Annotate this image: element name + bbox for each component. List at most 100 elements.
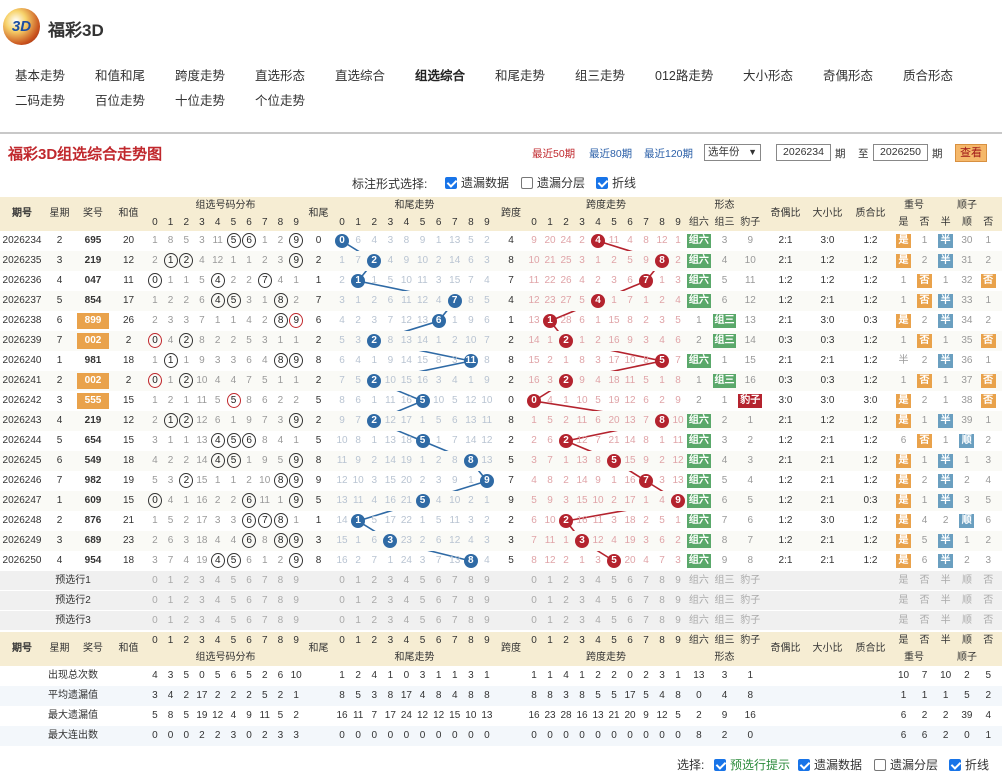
preselect-digit[interactable]: 8 bbox=[273, 591, 289, 611]
preselect-digit[interactable]: 4 bbox=[398, 591, 414, 611]
year-select[interactable]: 选年份 ▼ bbox=[704, 144, 761, 161]
preselect-digit[interactable]: 8 bbox=[463, 611, 479, 631]
preselect-form[interactable]: 组三 bbox=[712, 571, 738, 591]
nav-link[interactable]: 百位走势 bbox=[95, 90, 145, 109]
preselect-digit[interactable]: 1 bbox=[163, 591, 179, 611]
preselect-digit[interactable]: 3 bbox=[194, 611, 210, 631]
preselect-digit[interactable]: 8 bbox=[273, 571, 289, 591]
nav-link[interactable]: 二码走势 bbox=[15, 90, 65, 109]
preselect-seq[interactable]: 半 bbox=[935, 571, 956, 591]
preselect-digit[interactable]: 4 bbox=[210, 571, 226, 591]
preselect-digit[interactable]: 8 bbox=[654, 611, 670, 631]
preselect-digit[interactable]: 2 bbox=[178, 571, 194, 591]
preselect-digit[interactable]: 2 bbox=[558, 571, 574, 591]
mode-layer-checkbox[interactable]: 遗漏分层 bbox=[521, 174, 585, 191]
preselect-digit[interactable]: 3 bbox=[574, 571, 590, 591]
preselect-form[interactable]: 组六 bbox=[686, 591, 712, 611]
preselect-seq[interactable]: 顺 bbox=[956, 611, 977, 631]
preselect-digit[interactable]: 0 bbox=[147, 611, 163, 631]
preselect-digit[interactable]: 6 bbox=[241, 591, 257, 611]
preselect-digit[interactable]: 6 bbox=[622, 571, 638, 591]
preselect-digit[interactable]: 3 bbox=[194, 571, 210, 591]
bottom-line-checkbox[interactable]: 折线 bbox=[949, 756, 989, 773]
preselect-form[interactable]: 豹子 bbox=[737, 611, 763, 631]
nav-link[interactable]: 直选综合 bbox=[335, 65, 385, 84]
preselect-digit[interactable]: 5 bbox=[226, 571, 242, 591]
preselect-seq[interactable]: 顺 bbox=[956, 591, 977, 611]
preselect-digit[interactable]: 7 bbox=[638, 611, 654, 631]
preselect-digit[interactable]: 7 bbox=[257, 571, 273, 591]
preselect-digit[interactable]: 8 bbox=[273, 611, 289, 631]
preselect-digit[interactable]: 5 bbox=[415, 591, 431, 611]
preselect-digit[interactable]: 1 bbox=[350, 611, 366, 631]
preselect-digit[interactable]: 1 bbox=[163, 611, 179, 631]
preselect-digit[interactable]: 0 bbox=[147, 591, 163, 611]
preselect-digit[interactable]: 7 bbox=[447, 571, 463, 591]
preselect-digit[interactable]: 1 bbox=[542, 591, 558, 611]
preselect-digit[interactable]: 2 bbox=[178, 591, 194, 611]
preselect-seq[interactable]: 半 bbox=[935, 611, 956, 631]
fc3d-logo[interactable]: 3D bbox=[3, 8, 40, 45]
nav-link[interactable]: 十位走势 bbox=[175, 90, 225, 109]
preselect-digit[interactable]: 9 bbox=[670, 591, 686, 611]
nav-link[interactable]: 基本走势 bbox=[15, 65, 65, 84]
range-120-link[interactable]: 最近120期 bbox=[644, 146, 693, 161]
preselect-digit[interactable]: 3 bbox=[574, 611, 590, 631]
preselect-digit[interactable]: 8 bbox=[654, 571, 670, 591]
preselect-digit[interactable]: 2 bbox=[366, 591, 382, 611]
bottom-layer-checkbox[interactable]: 遗漏分层 bbox=[874, 756, 938, 773]
preselect-digit[interactable]: 9 bbox=[479, 571, 495, 591]
preselect-digit[interactable]: 2 bbox=[558, 591, 574, 611]
preselect-digit[interactable]: 8 bbox=[654, 591, 670, 611]
preselect-digit[interactable]: 4 bbox=[590, 591, 606, 611]
nav-link[interactable]: 和尾走势 bbox=[495, 65, 545, 84]
preselect-digit[interactable]: 6 bbox=[431, 611, 447, 631]
preselect-digit[interactable]: 1 bbox=[350, 591, 366, 611]
preselect-digit[interactable]: 4 bbox=[398, 571, 414, 591]
preselect-digit[interactable]: 3 bbox=[194, 591, 210, 611]
preselect-digit[interactable]: 2 bbox=[558, 611, 574, 631]
preselect-digit[interactable]: 6 bbox=[241, 571, 257, 591]
preselect-digit[interactable]: 9 bbox=[288, 591, 304, 611]
preselect-seq[interactable]: 否 bbox=[978, 591, 999, 611]
preselect-digit[interactable]: 6 bbox=[431, 591, 447, 611]
preselect-seq[interactable]: 否 bbox=[978, 611, 999, 631]
preselect-digit[interactable]: 0 bbox=[334, 611, 350, 631]
nav-link[interactable]: 组三走势 bbox=[575, 65, 625, 84]
preselect-digit[interactable]: 9 bbox=[479, 591, 495, 611]
preselect-digit[interactable]: 2 bbox=[366, 611, 382, 631]
preselect-form[interactable]: 豹子 bbox=[737, 571, 763, 591]
to-issue-input[interactable]: 2026250 bbox=[873, 144, 928, 161]
view-button[interactable]: 查看 bbox=[955, 144, 987, 162]
preselect-digit[interactable]: 3 bbox=[574, 591, 590, 611]
preselect-digit[interactable]: 7 bbox=[638, 571, 654, 591]
from-issue-input[interactable]: 2026234 bbox=[776, 144, 831, 161]
preselect-digit[interactable]: 1 bbox=[350, 571, 366, 591]
preselect-digit[interactable]: 4 bbox=[590, 611, 606, 631]
nav-link[interactable]: 跨度走势 bbox=[175, 65, 225, 84]
col-header-issue[interactable]: 期号 bbox=[0, 632, 44, 666]
preselect-digit[interactable]: 4 bbox=[398, 611, 414, 631]
nav-link[interactable]: 质合形态 bbox=[903, 65, 953, 84]
preselect-digit[interactable]: 0 bbox=[526, 591, 542, 611]
preselect-digit[interactable]: 6 bbox=[241, 611, 257, 631]
preselect-seq[interactable]: 否 bbox=[978, 571, 999, 591]
col-header-issue[interactable]: 期号 bbox=[0, 197, 44, 231]
preselect-digit[interactable]: 1 bbox=[163, 571, 179, 591]
preselect-digit[interactable]: 2 bbox=[178, 611, 194, 631]
preselect-digit[interactable]: 3 bbox=[382, 591, 398, 611]
preselect-digit[interactable]: 7 bbox=[638, 591, 654, 611]
preselect-digit[interactable]: 4 bbox=[590, 571, 606, 591]
nav-link[interactable]: 奇偶形态 bbox=[823, 65, 873, 84]
preselect-digit[interactable]: 9 bbox=[288, 571, 304, 591]
preselect-digit[interactable]: 7 bbox=[447, 591, 463, 611]
preselect-digit[interactable]: 9 bbox=[670, 611, 686, 631]
preselect-dup[interactable]: 是 bbox=[893, 571, 914, 591]
preselect-dup[interactable]: 否 bbox=[914, 571, 935, 591]
preselect-digit[interactable]: 5 bbox=[226, 591, 242, 611]
preselect-digit[interactable]: 9 bbox=[670, 571, 686, 591]
preselect-digit[interactable]: 9 bbox=[288, 611, 304, 631]
preselect-digit[interactable]: 5 bbox=[606, 591, 622, 611]
preselect-digit[interactable]: 0 bbox=[147, 571, 163, 591]
preselect-dup[interactable]: 否 bbox=[914, 591, 935, 611]
